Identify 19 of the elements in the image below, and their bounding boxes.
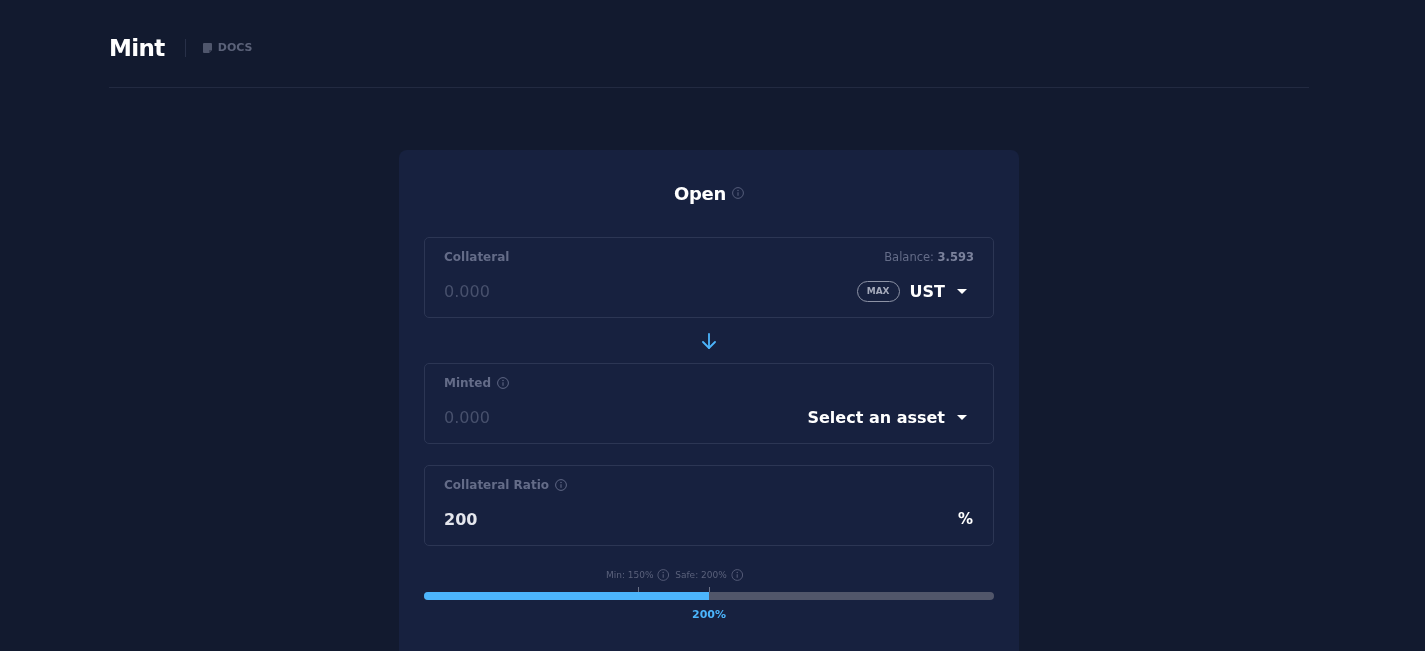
asset-dropdown[interactable]: Select an asset: [807, 407, 967, 427]
unit-label: %: [957, 510, 973, 528]
document-icon: [202, 42, 212, 53]
asset-dropdown[interactable]: UST: [909, 281, 967, 301]
threshold-label: Min: 150%: [605, 570, 654, 580]
arrow-down-icon: [702, 332, 716, 349]
field-label: Collateral Ratio: [444, 478, 549, 492]
caret-icon: [957, 288, 967, 294]
threshold-label: Safe: 200%: [675, 570, 727, 580]
card-title: Open: [674, 182, 726, 204]
info-icon: [730, 569, 743, 581]
field-label: Collateral: [444, 250, 510, 264]
caret-icon: [957, 414, 967, 420]
info-icon: [657, 569, 670, 581]
page-title: Mint: [109, 34, 165, 61]
field-label: Minted: [444, 376, 492, 390]
ratio-input[interactable]: 200: [444, 508, 958, 530]
ratio-reading: 200%: [692, 608, 726, 622]
balance-text: Balance: 3.593: [884, 250, 974, 264]
